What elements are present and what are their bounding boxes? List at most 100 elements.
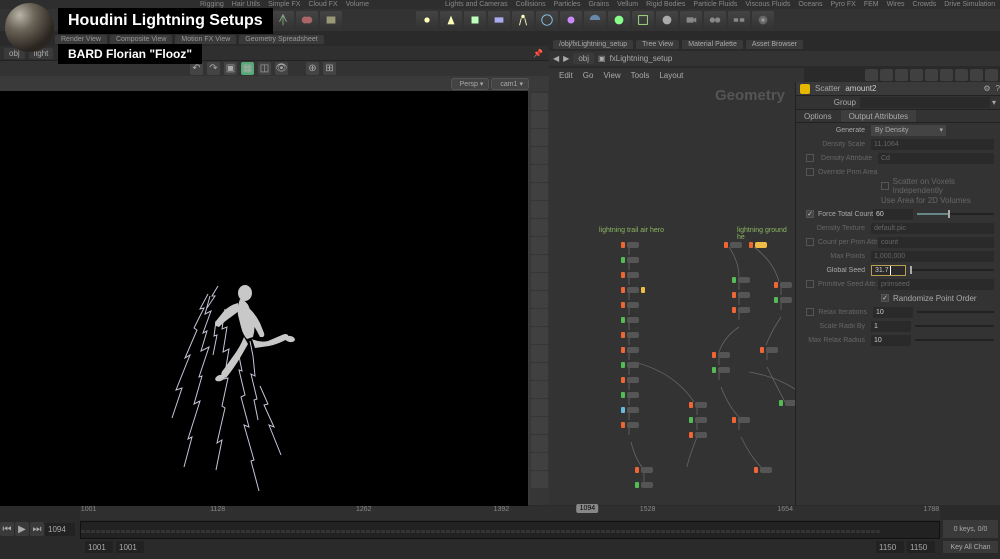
vp-tool[interactable]: [531, 435, 548, 452]
shelf-tab[interactable]: Collisions: [516, 1, 546, 8]
timeline-track[interactable]: [80, 521, 940, 539]
light-tool[interactable]: [608, 11, 630, 29]
shelf-tab[interactable]: Oceans: [798, 1, 822, 8]
vp-tool[interactable]: [531, 273, 548, 290]
light-tool[interactable]: [560, 11, 582, 29]
play-button[interactable]: ▶: [15, 522, 29, 536]
vp-tool[interactable]: [531, 111, 548, 128]
tab-options[interactable]: Options: [796, 110, 840, 122]
net-tool[interactable]: [880, 69, 893, 81]
vp-tool[interactable]: [531, 129, 548, 146]
viewport[interactable]: [0, 91, 528, 511]
fwd-icon[interactable]: ▶: [563, 54, 569, 63]
group-menu-icon[interactable]: ▾: [992, 98, 996, 107]
camera-tool[interactable]: [728, 11, 750, 29]
node[interactable]: [712, 352, 730, 358]
force-total-slider[interactable]: [917, 213, 994, 215]
shelf-tab[interactable]: Crowds: [912, 1, 936, 8]
camera-tool[interactable]: [680, 11, 702, 29]
node[interactable]: [774, 282, 792, 288]
menu-go[interactable]: Go: [583, 71, 594, 80]
op-name[interactable]: amount2: [845, 84, 876, 93]
global-seed-input[interactable]: 31.7: [871, 265, 906, 276]
vp-tool[interactable]: [531, 237, 548, 254]
node[interactable]: [621, 407, 639, 413]
node[interactable]: [732, 307, 750, 313]
light-tool[interactable]: [632, 11, 654, 29]
timeline-ruler[interactable]: 1001 1128 1262 1392 1528 1654 1788 1094: [80, 506, 940, 520]
shelf-tab[interactable]: Hair Utils: [232, 1, 260, 8]
shelf-tab[interactable]: Lights and Cameras: [445, 1, 508, 8]
camera-tool[interactable]: [704, 11, 726, 29]
current-frame-input[interactable]: 1094: [45, 523, 75, 536]
range-end-1[interactable]: 1150: [876, 541, 904, 553]
network-tab[interactable]: Tree View: [636, 40, 679, 49]
node[interactable]: [712, 367, 730, 373]
net-path-item[interactable]: fxLightning_setup: [610, 54, 673, 63]
node[interactable]: [689, 402, 707, 408]
vp-tool[interactable]: [531, 399, 548, 416]
vp-tool[interactable]: [531, 183, 548, 200]
menu-view[interactable]: View: [603, 71, 620, 80]
playhead[interactable]: 1094: [577, 504, 599, 513]
network-tab[interactable]: /obj/fxLightning_setup: [553, 40, 633, 49]
node[interactable]: [621, 422, 639, 428]
vp-tool[interactable]: [531, 93, 548, 110]
camera-tool[interactable]: [752, 11, 774, 29]
shelf-tab[interactable]: FEM: [864, 1, 879, 8]
help-icon[interactable]: ?: [996, 84, 1000, 93]
force-total-check[interactable]: [806, 210, 814, 218]
light-tool[interactable]: [536, 11, 558, 29]
light-tool[interactable]: [656, 11, 678, 29]
node[interactable]: [760, 347, 778, 353]
light-tool[interactable]: [488, 11, 510, 29]
menu-layout[interactable]: Layout: [659, 71, 683, 80]
randomize-check[interactable]: [881, 294, 889, 302]
net-tool[interactable]: [970, 69, 983, 81]
node[interactable]: [774, 297, 792, 303]
menu-tools[interactable]: Tools: [631, 71, 650, 80]
shelf-tab[interactable]: Particle Fluids: [693, 1, 737, 8]
vp-tool[interactable]: [531, 147, 548, 164]
node[interactable]: [621, 317, 639, 323]
range-start-2[interactable]: 1001: [116, 541, 144, 553]
node[interactable]: [621, 302, 639, 308]
node[interactable]: [689, 432, 707, 438]
vp-tool[interactable]: [531, 201, 548, 218]
light-tool[interactable]: [584, 11, 606, 29]
vp-tool[interactable]: [531, 255, 548, 272]
menu-edit[interactable]: Edit: [559, 71, 573, 80]
node[interactable]: [749, 242, 767, 248]
shelf-tab[interactable]: Rigid Bodies: [646, 1, 685, 8]
key-all-button[interactable]: Key All Chan: [943, 541, 998, 553]
net-tool[interactable]: [955, 69, 968, 81]
vp-btn[interactable]: ⊞: [323, 62, 336, 75]
vp-tool[interactable]: [531, 471, 548, 488]
network-tab[interactable]: Material Palette: [682, 40, 743, 49]
network-view[interactable]: Geometry lightning trail air hero lightn…: [549, 82, 795, 505]
node[interactable]: [635, 467, 653, 473]
shelf-tab[interactable]: Volume: [346, 1, 369, 8]
shelf-tab[interactable]: Particles: [554, 1, 581, 8]
network-tab[interactable]: Asset Browser: [746, 40, 803, 49]
net-tool[interactable]: [865, 69, 878, 81]
range-start-1[interactable]: 1001: [85, 541, 113, 553]
first-frame-button[interactable]: ⏮: [0, 522, 14, 536]
persp-button[interactable]: Persp ▾: [451, 78, 490, 90]
vp-tool[interactable]: [531, 327, 548, 344]
generate-dropdown[interactable]: By Density▾: [871, 125, 946, 136]
shelf-tab[interactable]: Viscous Fluids: [745, 1, 790, 8]
net-tool[interactable]: [910, 69, 923, 81]
light-tool[interactable]: [464, 11, 486, 29]
node[interactable]: [621, 242, 639, 248]
gear-icon[interactable]: ⚙: [983, 84, 990, 93]
node[interactable]: [621, 272, 639, 278]
vp-tool[interactable]: [531, 309, 548, 326]
range-end-2[interactable]: 1150: [907, 541, 935, 553]
vp-tool[interactable]: [531, 345, 548, 362]
node[interactable]: [621, 257, 639, 263]
node[interactable]: [732, 277, 750, 283]
shelf-tab[interactable]: Grains: [588, 1, 609, 8]
shelf-tab[interactable]: Pyro FX: [831, 1, 856, 8]
shelf-tab[interactable]: Wires: [887, 1, 905, 8]
